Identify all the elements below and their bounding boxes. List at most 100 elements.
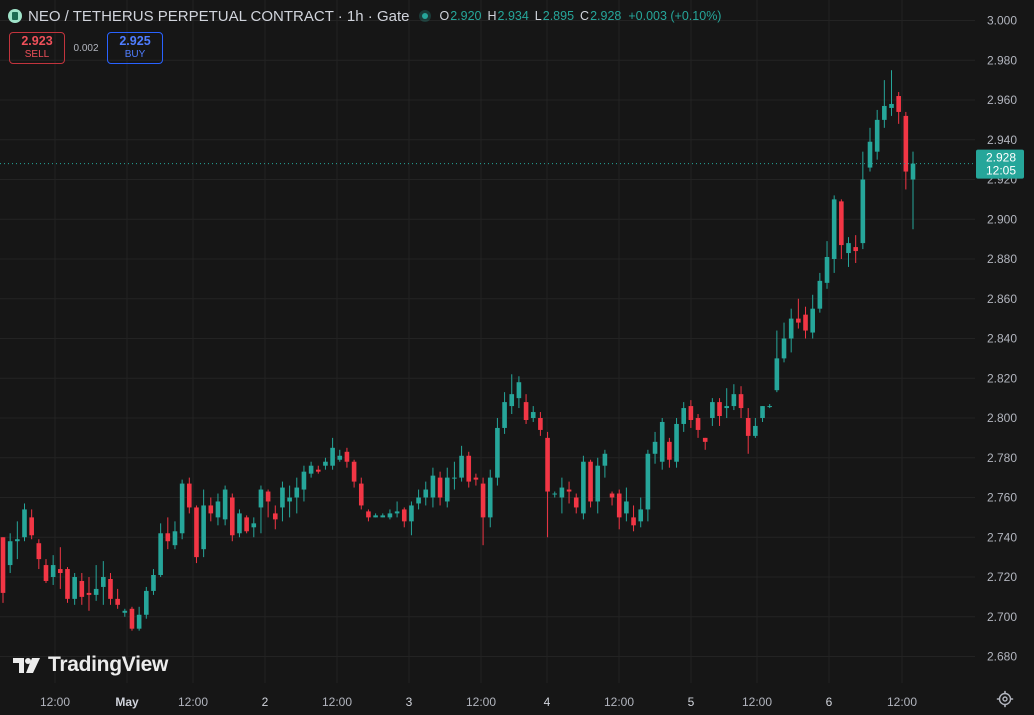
candle-body — [882, 105, 887, 120]
candle-body — [294, 487, 300, 498]
candle-body — [409, 505, 414, 522]
candle-body — [430, 475, 436, 498]
candle-body — [108, 578, 113, 599]
candle-body — [122, 610, 128, 613]
candle-body — [910, 163, 916, 180]
symbol-title[interactable]: NEO / TETHERUS PERPETUAL CONTRACT · 1h ·… — [28, 8, 409, 25]
candle-body — [745, 418, 751, 436]
candle-body — [717, 402, 722, 417]
candle-body — [631, 517, 636, 526]
y-axis-label: 2.860 — [987, 292, 1017, 306]
candle-body — [251, 523, 257, 528]
y-axis-label: 2.900 — [987, 212, 1017, 226]
sell-label: SELL — [24, 49, 50, 60]
y-axis-label: 2.800 — [987, 411, 1017, 425]
sell-button[interactable]: 2.923 SELL — [9, 32, 65, 64]
y-axis-label: 2.720 — [987, 570, 1017, 584]
y-axis-label: 3.000 — [987, 14, 1017, 28]
candle-body — [516, 382, 522, 399]
candle-body — [495, 427, 500, 478]
x-axis-label: 3 — [406, 695, 413, 709]
candle-body — [896, 96, 901, 112]
candle-body — [480, 483, 486, 518]
low-value: 2.895 — [542, 9, 575, 23]
candle-body — [380, 515, 386, 518]
candle-body — [201, 505, 206, 550]
candle-body — [724, 406, 730, 409]
candle-body — [767, 406, 772, 408]
candle-body — [272, 513, 278, 520]
candle-body — [229, 497, 235, 536]
candle-body — [530, 412, 536, 418]
candle-body — [151, 575, 156, 591]
open-value: 2.920 — [450, 9, 482, 23]
candle-body — [101, 577, 106, 587]
candle-body — [287, 497, 292, 502]
candle-body — [43, 565, 49, 581]
x-axis-label: 4 — [544, 695, 551, 709]
candle-body — [58, 569, 63, 574]
candle-body — [301, 471, 307, 490]
candle-body — [702, 437, 708, 442]
candle-body — [265, 491, 271, 502]
candle-body — [566, 489, 572, 492]
candle-body — [674, 423, 679, 462]
candle-body — [781, 338, 787, 359]
candle-body — [788, 318, 794, 339]
y-axis-label: 2.880 — [987, 252, 1017, 266]
candle-body — [366, 511, 371, 518]
candle-body — [0, 537, 6, 593]
candle-body — [824, 257, 830, 283]
candle-body — [237, 513, 242, 534]
y-axis-label: 2.940 — [987, 133, 1017, 147]
y-axis-label: 2.960 — [987, 93, 1017, 107]
candle-body — [22, 509, 27, 538]
y-axis-label: 2.680 — [987, 650, 1017, 664]
candle-body — [158, 533, 163, 576]
high-key: H — [487, 9, 497, 23]
market-open-indicator-icon — [419, 10, 432, 22]
candle-body — [136, 614, 142, 629]
y-axis-label: 2.840 — [987, 332, 1017, 346]
candle-body — [874, 119, 880, 152]
price-chart[interactable]: 3.000 2.980 2.960 2.940 2.920 2.900 2.880 2.860… — [0, 0, 1034, 715]
candle-body — [609, 493, 615, 498]
sell-price: 2.923 — [21, 34, 53, 48]
candle-body — [774, 358, 780, 391]
bar-countdown: 12:05 — [986, 164, 1016, 178]
candle-body — [129, 608, 135, 629]
candle-body — [172, 531, 178, 546]
candle-body — [315, 469, 321, 472]
trade-panel: 2.923 SELL 0.002 2.925 BUY — [9, 32, 163, 64]
candle-body — [215, 501, 221, 518]
open-key: O — [439, 9, 450, 23]
candle-body — [624, 501, 629, 514]
candle-body — [731, 394, 737, 407]
y-axis-label: 2.820 — [987, 371, 1017, 385]
candle-body — [803, 314, 808, 331]
x-axis-label: 2 — [262, 695, 269, 709]
candle-body — [258, 489, 264, 508]
candle-body — [753, 425, 758, 436]
candle-body — [559, 487, 565, 498]
candle-body — [523, 402, 529, 420]
candle-body — [889, 103, 894, 108]
gear-icon[interactable] — [996, 690, 1014, 708]
candle-body — [416, 497, 421, 504]
candle-body — [86, 592, 92, 595]
candle-body — [401, 509, 407, 522]
candle-body — [452, 477, 457, 479]
x-axis-label: 12:00 — [322, 695, 352, 709]
candle-body — [810, 308, 815, 333]
candle-body — [72, 577, 77, 599]
y-axis-label: 2.780 — [987, 451, 1017, 465]
tradingview-logo[interactable]: TradingView — [12, 653, 168, 677]
candle-body — [222, 489, 228, 520]
candle-body — [323, 461, 328, 466]
x-axis-label: 12:00 — [742, 695, 772, 709]
last-price-value: 2.928 — [986, 151, 1016, 165]
candle-body — [853, 247, 858, 252]
candle-body — [473, 477, 479, 480]
candle-body — [50, 565, 56, 577]
buy-button[interactable]: 2.925 BUY — [107, 32, 163, 64]
